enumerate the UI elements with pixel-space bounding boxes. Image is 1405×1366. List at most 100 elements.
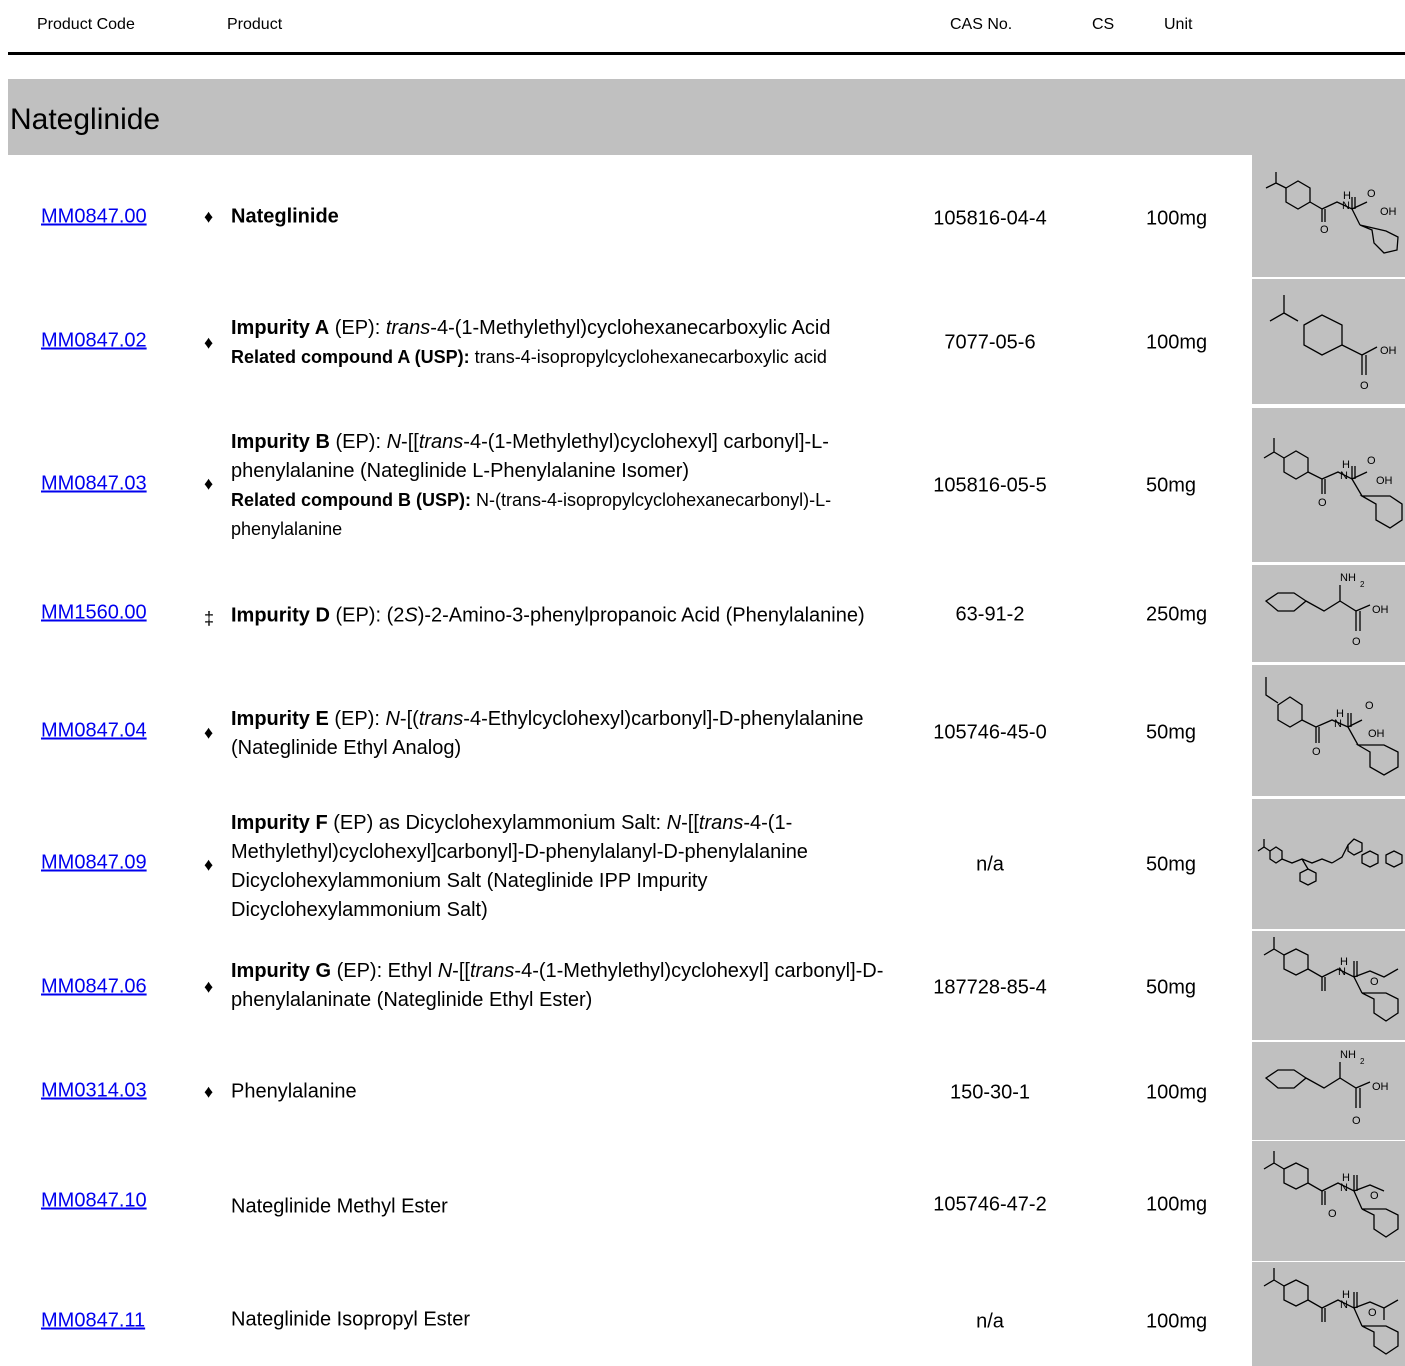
unit: 50mg <box>1146 976 1197 999</box>
unit: 100mg <box>1146 207 1208 230</box>
structure-image: HN OO <box>1252 1141 1405 1261</box>
svg-text:O: O <box>1360 380 1369 392</box>
product-row: MM0847.06 ♦ Impurity G (EP): Ethyl N-[[t… <box>0 931 1405 1041</box>
svg-text:N: N <box>1334 718 1342 730</box>
svg-text:O: O <box>1352 1115 1361 1127</box>
product-row: MM1560.00 ‡ Impurity D (EP): (2S)-2-Amin… <box>0 563 1405 663</box>
product-code-link[interactable]: MM0847.11 <box>41 1310 145 1333</box>
cas-number: 7077-05-6 <box>944 331 1036 354</box>
product-row: MM0314.03 ♦ Phenylalanine 150-30-1 100mg… <box>0 1041 1405 1141</box>
diamond-icon: ♦ <box>204 1081 214 1102</box>
cas-number: 187728-85-4 <box>933 976 1047 999</box>
svg-text:O: O <box>1320 224 1329 236</box>
product-row: MM0847.11 Nateglinide Isopropyl Ester n/… <box>0 1261 1405 1366</box>
diamond-icon: ♦ <box>204 722 214 743</box>
product-row: MM0847.10 Nateglinide Methyl Ester 10574… <box>0 1141 1405 1261</box>
svg-text:O: O <box>1365 700 1374 712</box>
svg-text:O: O <box>1370 1190 1379 1202</box>
header-cas: CAS No. <box>950 16 1013 33</box>
svg-text:OH: OH <box>1380 345 1397 357</box>
svg-text:OH: OH <box>1376 475 1393 487</box>
product-code-link[interactable]: MM1560.00 <box>41 602 147 625</box>
product-name: Impurity A (EP): trans-4-(1-Methylethyl)… <box>231 317 831 367</box>
svg-text:N: N <box>1338 966 1346 978</box>
product-row: MM0847.03 ♦ Impurity B (EP): N-[[trans-4… <box>0 406 1405 563</box>
structure-image: HN O OH O <box>1252 155 1405 277</box>
product-name: Phenylalanine <box>231 1080 357 1103</box>
product-code-link[interactable]: MM0847.04 <box>41 720 147 743</box>
diamond-icon: ♦ <box>204 206 214 227</box>
product-name: Nateglinide <box>231 205 339 228</box>
product-name: Impurity G (EP): Ethyl N-[[trans-4-(1-Me… <box>231 960 884 1011</box>
svg-text:O: O <box>1312 746 1321 758</box>
cas-number: 105816-05-5 <box>933 474 1047 497</box>
product-code-link[interactable]: MM0847.03 <box>41 473 147 496</box>
svg-text:N: N <box>1340 470 1348 482</box>
product-name: Impurity B (EP): N-[[trans-4-(1-Methylet… <box>231 431 832 539</box>
structure-image: HN O <box>1252 1262 1405 1366</box>
structure-image <box>1252 799 1405 929</box>
product-code-link[interactable]: MM0314.03 <box>41 1080 147 1103</box>
svg-text:O: O <box>1328 1208 1337 1220</box>
svg-text:N: N <box>1342 200 1350 212</box>
svg-text:2: 2 <box>1360 580 1365 589</box>
structure-image: HN O OH O <box>1252 408 1405 562</box>
cas-number: 105746-47-2 <box>933 1193 1047 1216</box>
unit: 50mg <box>1146 853 1197 876</box>
product-name: Impurity E (EP): N-[(trans-4-Ethylcycloh… <box>231 708 864 759</box>
header-product-code: Product Code <box>37 16 135 33</box>
cas-number: 150-30-1 <box>949 1081 1031 1104</box>
svg-text:O: O <box>1318 497 1327 509</box>
svg-text:N: N <box>1340 1299 1348 1311</box>
unit: 100mg <box>1146 1310 1208 1333</box>
svg-text:OH: OH <box>1372 604 1389 616</box>
svg-text:OH: OH <box>1368 728 1385 740</box>
svg-text:OH: OH <box>1372 1081 1389 1093</box>
product-code-link[interactable]: MM0847.02 <box>41 330 147 353</box>
svg-text:O: O <box>1367 455 1376 467</box>
product-row: MM0847.02 ♦ Impurity A (EP): trans-4-(1-… <box>0 277 1405 406</box>
unit: 100mg <box>1146 1081 1208 1104</box>
svg-text:OH: OH <box>1380 206 1397 218</box>
structure-image: OH O <box>1252 279 1405 404</box>
unit: 50mg <box>1146 474 1197 497</box>
diamond-icon: ♦ <box>204 332 214 353</box>
diamond-icon: ♦ <box>204 854 214 875</box>
svg-text:O: O <box>1352 636 1361 648</box>
structure-image: HN O OH O <box>1252 665 1405 796</box>
cas-number: 63-91-2 <box>955 603 1025 626</box>
diamond-icon: ♦ <box>204 473 214 494</box>
section-title: Nateglinide <box>10 103 161 136</box>
cas-number: 105746-45-0 <box>933 721 1047 744</box>
header-unit: Unit <box>1164 16 1193 33</box>
product-name: Impurity F (EP) as Dicyclohexylammonium … <box>231 812 808 921</box>
product-row: MM0847.00 ♦ Nateglinide 105816-04-4 100m… <box>0 155 1405 277</box>
unit: 250mg <box>1146 603 1208 626</box>
svg-text:NH: NH <box>1340 1049 1356 1061</box>
structure-image: NH 2 OH O <box>1252 1042 1405 1140</box>
product-code-link[interactable]: MM0847.10 <box>41 1190 147 1213</box>
cas-number: 105816-04-4 <box>933 207 1047 230</box>
header-cs: CS <box>1092 16 1115 33</box>
header-divider <box>8 52 1405 55</box>
svg-text:O: O <box>1368 1307 1377 1319</box>
unit: 100mg <box>1146 1193 1208 1216</box>
unit: 50mg <box>1146 721 1197 744</box>
diamond-icon: ♦ <box>204 976 214 997</box>
section-banner: Nateglinide <box>8 79 1405 155</box>
svg-text:O: O <box>1367 188 1376 200</box>
product-code-link[interactable]: MM0847.00 <box>41 206 147 229</box>
double-dagger-icon: ‡ <box>204 608 215 629</box>
header-product: Product <box>227 16 283 33</box>
product-code-link[interactable]: MM0847.09 <box>41 852 147 875</box>
svg-text:2: 2 <box>1360 1057 1365 1066</box>
structure-image: NH 2 OH O <box>1252 565 1405 662</box>
product-name: Impurity D (EP): (2S)-2-Amino-3-phenylpr… <box>231 604 865 627</box>
cas-number: n/a <box>976 1310 1004 1333</box>
cas-number: n/a <box>976 853 1004 876</box>
product-name: Nateglinide Methyl Ester <box>231 1195 448 1218</box>
svg-text:O: O <box>1370 976 1379 988</box>
product-row: MM0847.09 ♦ Impurity F (EP) as Dicyclohe… <box>0 797 1405 931</box>
svg-text:N: N <box>1340 1182 1348 1194</box>
product-code-link[interactable]: MM0847.06 <box>41 976 147 999</box>
